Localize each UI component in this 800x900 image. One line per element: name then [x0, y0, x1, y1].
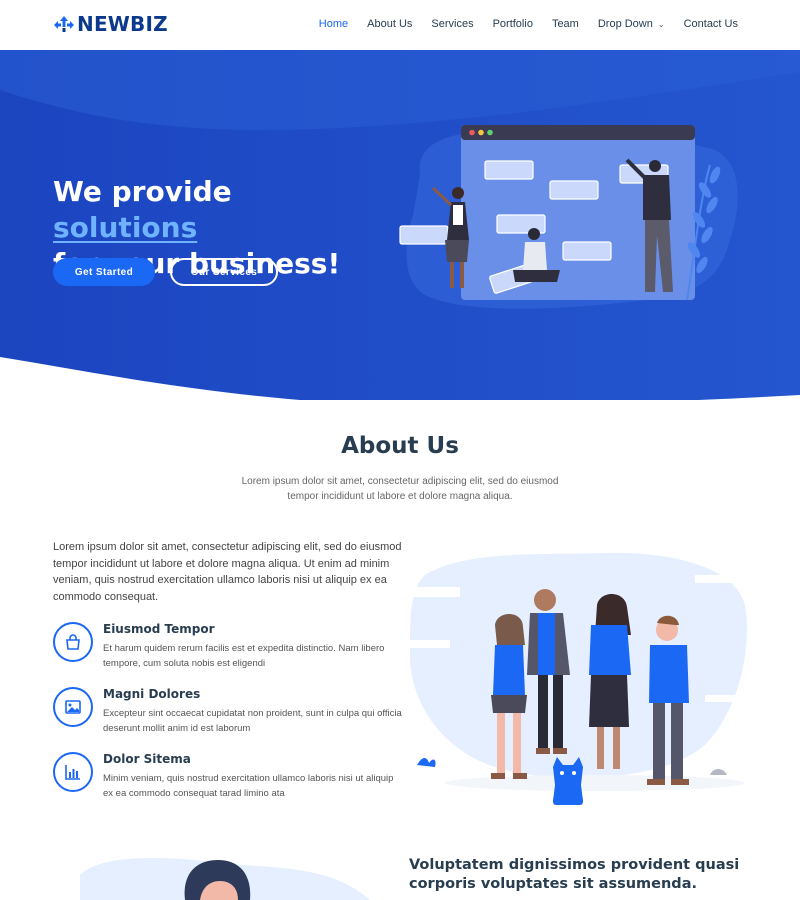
nav-drop-down-label: Drop Down — [597, 18, 653, 30]
feature-title: Eiusmod Tempor — [103, 622, 215, 636]
team-illustration — [80, 858, 370, 900]
logo[interactable]: NEWBIZ — [53, 12, 168, 36]
logo-icon — [54, 16, 74, 32]
feature-title: Dolor Sitema — [103, 752, 191, 766]
nav-contact-us[interactable]: Contact Us — [684, 18, 738, 30]
feature-text: Et harum quidem rerum facilis est et exp… — [103, 643, 385, 669]
hero-section: We provide solutions for your business! … — [0, 50, 800, 400]
bar-chart-icon — [53, 752, 93, 792]
about-subtitle: Lorem ipsum dolor sit amet, consectetur … — [241, 476, 559, 502]
shopping-bag-icon — [53, 622, 93, 662]
section-title: Voluptatem dignissimos provident quasi c… — [409, 857, 740, 892]
hero-title-line1: We provide — [53, 175, 232, 208]
about-intro: Lorem ipsum dolor sit amet, consectetur … — [53, 541, 402, 603]
nav-home[interactable]: Home — [319, 18, 348, 30]
feature-text: Minim veniam, quis nostrud exercitation … — [103, 773, 394, 799]
get-started-button[interactable]: Get Started — [53, 258, 155, 286]
site-header: NEWBIZ Home About Us Services Portfolio … — [0, 0, 800, 50]
main-nav: Home About Us Services Portfolio Team Dr… — [300, 18, 738, 30]
feature-text: Excepteur sint occaecat cupidatat non pr… — [103, 708, 402, 734]
chevron-down-icon: ⌄ — [657, 19, 665, 29]
nav-services[interactable]: Services — [431, 18, 473, 30]
hero-illustration — [399, 125, 738, 309]
nav-portfolio[interactable]: Portfolio — [493, 18, 533, 30]
nav-team[interactable]: Team — [552, 18, 579, 30]
about-illustration — [405, 552, 750, 805]
nav-drop-down[interactable]: Drop Down ⌄ — [598, 18, 665, 30]
about-title: About Us — [341, 433, 459, 459]
image-icon — [53, 687, 93, 727]
nav-about-us[interactable]: About Us — [367, 18, 412, 30]
logo-text: NEWBIZ — [77, 12, 168, 36]
hero-title-highlight: solutions — [53, 211, 198, 244]
our-services-button[interactable]: Our Services — [170, 258, 278, 286]
feature-title: Magni Dolores — [103, 687, 201, 701]
